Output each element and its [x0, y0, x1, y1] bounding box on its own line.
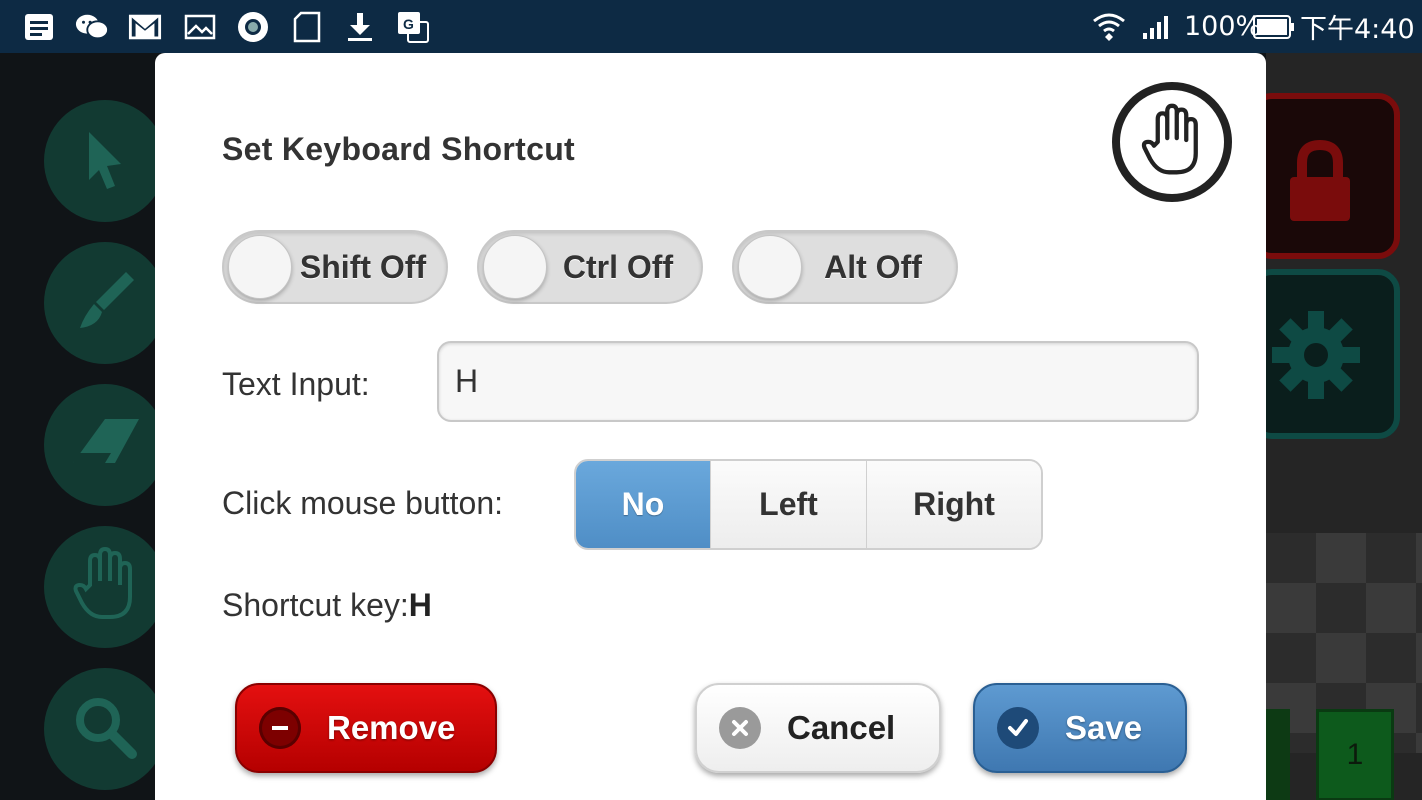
save-button[interactable]: Save — [973, 683, 1187, 773]
remove-button[interactable]: Remove — [235, 683, 497, 773]
translate-icon: G — [396, 10, 430, 44]
shortcut-dialog: Set Keyboard Shortcut Shift Off Ctrl Off… — [155, 53, 1266, 800]
gallery-icon — [183, 10, 217, 44]
text-input-field[interactable] — [437, 341, 1199, 422]
ctrl-toggle-label: Ctrl Off — [562, 249, 674, 285]
alt-toggle-label: Alt Off — [824, 249, 922, 285]
shortcut-label: Shortcut key: — [222, 587, 409, 623]
clock: 下午4:40 — [1300, 14, 1415, 45]
remove-button-label: Remove — [327, 709, 456, 746]
gmail-icon — [128, 10, 162, 44]
eraser-tool[interactable] — [44, 384, 166, 506]
wifi-icon — [1092, 10, 1126, 44]
svg-text:G: G — [403, 16, 414, 32]
battery-percent: 100% — [1184, 11, 1262, 42]
gear-icon — [1266, 305, 1366, 410]
hand-badge — [1112, 82, 1232, 202]
download-icon — [343, 10, 377, 44]
ctrl-toggle[interactable]: Ctrl Off — [477, 230, 703, 304]
settings-button[interactable] — [1250, 269, 1400, 439]
check-icon — [997, 707, 1039, 749]
page-thumb[interactable]: 1 — [1316, 709, 1394, 800]
lock-icon — [1280, 137, 1360, 232]
mouse-option-right[interactable]: Right — [867, 461, 1041, 548]
mouse-button-label: Click mouse button: — [222, 485, 504, 521]
page-number: 1 — [1346, 738, 1364, 771]
toggle-knob — [738, 235, 802, 299]
text-input-label: Text Input: — [222, 366, 370, 402]
shift-toggle[interactable]: Shift Off — [222, 230, 448, 304]
cancel-button-label: Cancel — [787, 709, 896, 746]
shortcut-readout: Shortcut key:H — [222, 587, 432, 624]
signal-icon — [1140, 10, 1174, 44]
record-icon — [236, 10, 270, 44]
alt-toggle[interactable]: Alt Off — [732, 230, 958, 304]
mouse-button-selector: No Left Right — [574, 459, 1043, 550]
battery-icon — [1252, 10, 1296, 44]
dialog-title: Set Keyboard Shortcut — [222, 131, 576, 167]
zoom-tool[interactable] — [44, 668, 166, 790]
hand-tool[interactable] — [44, 526, 166, 648]
magnifier-icon — [70, 692, 140, 767]
lock-button[interactable] — [1250, 93, 1400, 259]
shift-toggle-label: Shift Off — [299, 249, 427, 285]
brush-icon — [70, 266, 140, 341]
notes-icon — [22, 10, 56, 44]
sdcard-icon — [290, 10, 324, 44]
mouse-option-left[interactable]: Left — [711, 461, 867, 548]
toggle-knob — [228, 235, 292, 299]
status-bar: G 100% 下午4:40 — [0, 0, 1422, 53]
toggle-knob — [483, 235, 547, 299]
eraser-icon — [65, 413, 145, 478]
wechat-icon — [75, 10, 109, 44]
close-icon — [719, 707, 761, 749]
cancel-button[interactable]: Cancel — [695, 683, 941, 773]
save-button-label: Save — [1065, 709, 1143, 746]
hand-icon — [1137, 102, 1207, 183]
minus-icon — [259, 707, 301, 749]
brush-tool[interactable] — [44, 242, 166, 364]
shortcut-value: H — [408, 587, 432, 623]
mouse-option-no[interactable]: No — [576, 461, 711, 548]
pointer-tool[interactable] — [44, 100, 166, 222]
hand-icon — [70, 545, 140, 630]
pointer-icon — [75, 124, 135, 199]
page-thumb-prev[interactable] — [1266, 709, 1290, 800]
